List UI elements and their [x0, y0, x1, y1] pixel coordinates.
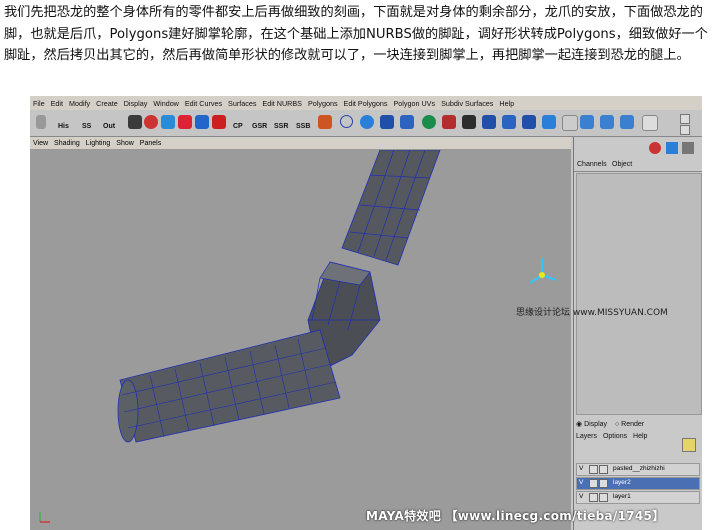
- menu-edit-curves[interactable]: Edit Curves: [182, 99, 225, 108]
- split-icon[interactable]: [522, 115, 536, 129]
- shelf-out[interactable]: Out: [103, 123, 115, 130]
- article-text: 我们先把恐龙的整个身体所有的零件都安上后再做细致的刻画，下面就是对身体的剩余部分…: [4, 5, 708, 63]
- viewport-menubar: View Shading Lighting Show Panels: [30, 137, 571, 150]
- menu-edit[interactable]: Edit: [48, 99, 66, 108]
- layer-visibility[interactable]: V: [579, 479, 583, 486]
- menu-help[interactable]: Help: [496, 99, 517, 108]
- footer-credit: MAYA特效吧 【www.linecg.com/tieba/1745】: [366, 509, 665, 523]
- view-cube-gizmo[interactable]: [529, 258, 557, 284]
- layer-name: pasted__zhizhizhi: [613, 465, 665, 472]
- cube-icon[interactable]: [380, 115, 394, 129]
- rotate-icon[interactable]: [178, 115, 192, 129]
- menu-subdiv-surfaces[interactable]: Subdiv Surfaces: [438, 99, 496, 108]
- smooth-icon[interactable]: [580, 115, 594, 129]
- poly-cylinder-icon[interactable]: [462, 115, 476, 129]
- combine-icon[interactable]: [620, 115, 634, 129]
- viewport-menu-view[interactable]: View: [30, 140, 51, 147]
- layer-menu-layers[interactable]: Layers: [576, 433, 597, 440]
- curve-tool-icon[interactable]: [318, 115, 332, 129]
- layer-color-box[interactable]: [599, 493, 608, 502]
- lasso-icon[interactable]: [144, 115, 158, 129]
- layer-visibility[interactable]: V: [579, 465, 583, 472]
- layout-icon[interactable]: [562, 115, 578, 131]
- layer-mode-radios: ◉ Display ○ Render: [576, 420, 644, 428]
- extrude-icon[interactable]: [502, 115, 516, 129]
- channel-box-panel: Channels Object ◉ Display ○ Render Layer…: [573, 137, 702, 530]
- menu-window[interactable]: Window: [150, 99, 182, 108]
- render-radio-icon[interactable]: ○: [615, 421, 619, 428]
- main-menubar: File Edit Modify Create Display Window E…: [30, 96, 702, 110]
- poly-cube-icon[interactable]: [442, 115, 456, 129]
- move-icon[interactable]: [161, 115, 175, 129]
- shelf-toolbar: His SS Out CP GSR SSR SSB: [30, 110, 702, 137]
- layer-name: layer1: [613, 493, 631, 500]
- layer-row[interactable]: V layer1: [576, 491, 700, 504]
- layer-type-box[interactable]: [589, 479, 598, 488]
- shelf-gsr[interactable]: GSR: [252, 123, 267, 130]
- panel-icon-2[interactable]: [666, 142, 678, 154]
- mesh-render: [39, 149, 557, 523]
- wedge-icon[interactable]: [542, 115, 556, 129]
- layer-menu-options[interactable]: Options: [603, 433, 627, 440]
- world-axis-icon: [39, 512, 50, 523]
- shelf-his[interactable]: His: [58, 123, 69, 130]
- lower-leg-mesh: [117, 329, 341, 443]
- shelf-ss[interactable]: SS: [82, 123, 91, 130]
- channel-tabs: Channels Object: [574, 160, 702, 172]
- display-radio-icon[interactable]: ◉: [576, 421, 582, 428]
- panel-toolbar: [574, 137, 702, 159]
- cylinder-icon[interactable]: [400, 115, 414, 129]
- panel-icon-1[interactable]: [649, 142, 661, 154]
- viewport-menu-shading[interactable]: Shading: [51, 140, 83, 147]
- viewport-menu-show[interactable]: Show: [113, 140, 137, 147]
- layer-row[interactable]: V layer2: [576, 477, 700, 490]
- mirror-icon[interactable]: [600, 115, 614, 129]
- shelf-scroll-up-icon[interactable]: [680, 114, 690, 124]
- manip-icon[interactable]: [212, 115, 226, 129]
- 3d-viewport[interactable]: [30, 149, 571, 530]
- shelf-cp[interactable]: CP: [233, 123, 243, 130]
- channel-box-body: [576, 173, 702, 415]
- display-radio-label[interactable]: Display: [584, 421, 607, 428]
- layer-name: layer2: [613, 479, 631, 486]
- layer-color-box[interactable]: [599, 479, 608, 488]
- menu-display[interactable]: Display: [121, 99, 151, 108]
- render-radio-label[interactable]: Render: [621, 421, 644, 428]
- uv-icon[interactable]: [642, 115, 658, 131]
- shelf-tab-icon[interactable]: [36, 115, 46, 129]
- layer-type-box[interactable]: [589, 465, 598, 474]
- menu-edit-polygons[interactable]: Edit Polygons: [341, 99, 391, 108]
- menu-create[interactable]: Create: [93, 99, 121, 108]
- menu-modify[interactable]: Modify: [66, 99, 93, 108]
- menu-polygons[interactable]: Polygons: [305, 99, 341, 108]
- layer-color-box[interactable]: [599, 465, 608, 474]
- menu-edit-nurbs[interactable]: Edit NURBS: [259, 99, 305, 108]
- menu-file[interactable]: File: [30, 99, 48, 108]
- sphere-icon[interactable]: [360, 115, 374, 129]
- layer-type-box[interactable]: [589, 493, 598, 502]
- layer-menubar: Layers Options Help: [576, 433, 696, 452]
- poly-plane-icon[interactable]: [482, 115, 496, 129]
- layer-row[interactable]: V pasted__zhizhizhi: [576, 463, 700, 476]
- shelf-ssb[interactable]: SSB: [296, 123, 310, 130]
- tab-channels[interactable]: Channels: [577, 161, 607, 168]
- panel-icon-3[interactable]: [682, 142, 694, 154]
- circle-icon[interactable]: [340, 115, 353, 128]
- upper-leg-mesh: [341, 149, 441, 266]
- new-layer-icon[interactable]: [682, 438, 696, 452]
- poly-sphere-icon[interactable]: [422, 115, 436, 129]
- menu-surfaces[interactable]: Surfaces: [225, 99, 259, 108]
- scale-icon[interactable]: [195, 115, 209, 129]
- site-watermark: 思缘设计论坛 www.MISSYUAN.COM: [516, 308, 668, 318]
- select-tool-icon[interactable]: [128, 115, 142, 129]
- shelf-scroll-down-icon[interactable]: [680, 125, 690, 135]
- layer-menu-help[interactable]: Help: [633, 433, 647, 440]
- viewport-menu-lighting[interactable]: Lighting: [83, 140, 114, 147]
- viewport-menu-panels[interactable]: Panels: [137, 140, 164, 147]
- layer-list: V pasted__zhizhizhi V layer2 V layer1: [576, 463, 700, 505]
- menu-polygon-uvs[interactable]: Polygon UVs: [391, 99, 439, 108]
- shelf-ssr[interactable]: SSR: [274, 123, 288, 130]
- tab-object[interactable]: Object: [612, 161, 632, 168]
- layer-visibility[interactable]: V: [579, 493, 583, 500]
